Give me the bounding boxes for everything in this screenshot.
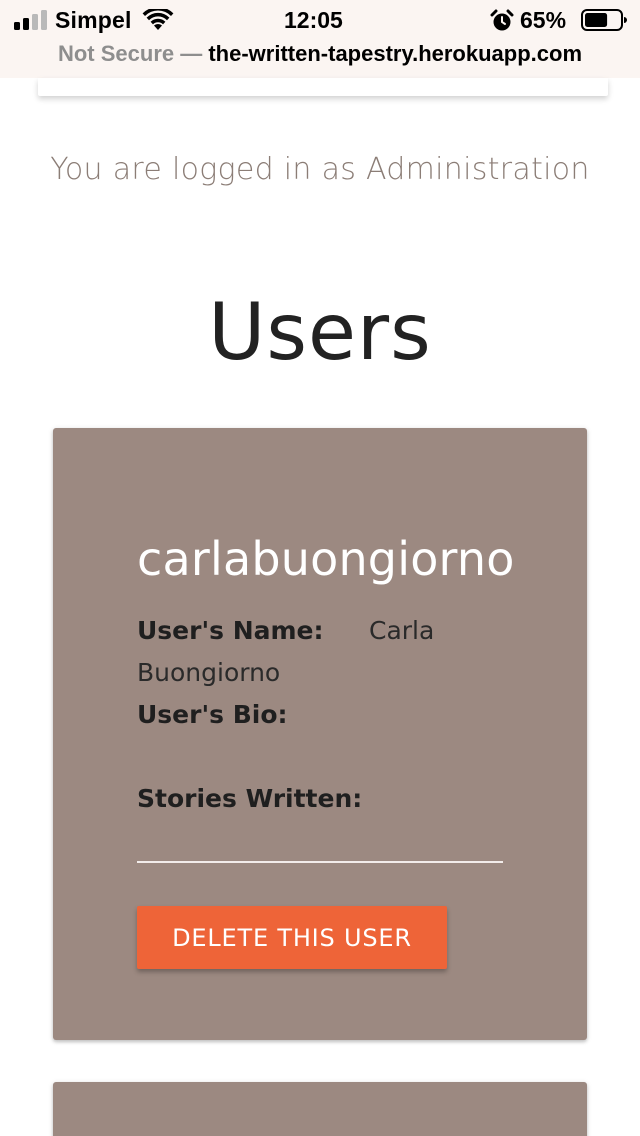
security-warning: Not Secure — (57, 41, 203, 66)
status-time: 12:05 (284, 7, 343, 33)
wifi-icon (142, 9, 174, 30)
page: Simpel 12:05 65% Not Secure — the-writte… (0, 0, 640, 1136)
carrier-name: Simpel (55, 7, 132, 33)
user-username: carlabuongiorno (137, 532, 515, 586)
login-status: You are logged in as Administration (50, 152, 590, 187)
status-bar: Simpel 12:05 65% (0, 0, 640, 40)
signal-icon (14, 10, 47, 30)
stories-written-label: Stories Written: (137, 784, 363, 813)
address-bar[interactable]: Not Secure — the-written-tapestry.heroku… (0, 40, 640, 78)
battery-icon (581, 9, 627, 31)
page-title: Users (208, 288, 432, 378)
card-divider (137, 861, 503, 863)
url-text: the-written-tapestry.herokuapp.com (208, 41, 583, 66)
navbar-edge (38, 78, 608, 96)
battery-percent: 65% (520, 7, 567, 33)
user-name-label: User's Name: (137, 616, 324, 645)
user-card-next (53, 1082, 587, 1136)
user-bio-label: User's Bio: (137, 700, 288, 729)
user-name-value: Carla (369, 616, 435, 645)
user-card: carlabuongiorno User's Name: Carla Buong… (53, 428, 587, 1040)
user-name-value-continued: Buongiorno (137, 658, 281, 687)
alarm-icon (490, 9, 514, 31)
delete-user-button[interactable]: DELETE THIS USER (137, 906, 447, 969)
